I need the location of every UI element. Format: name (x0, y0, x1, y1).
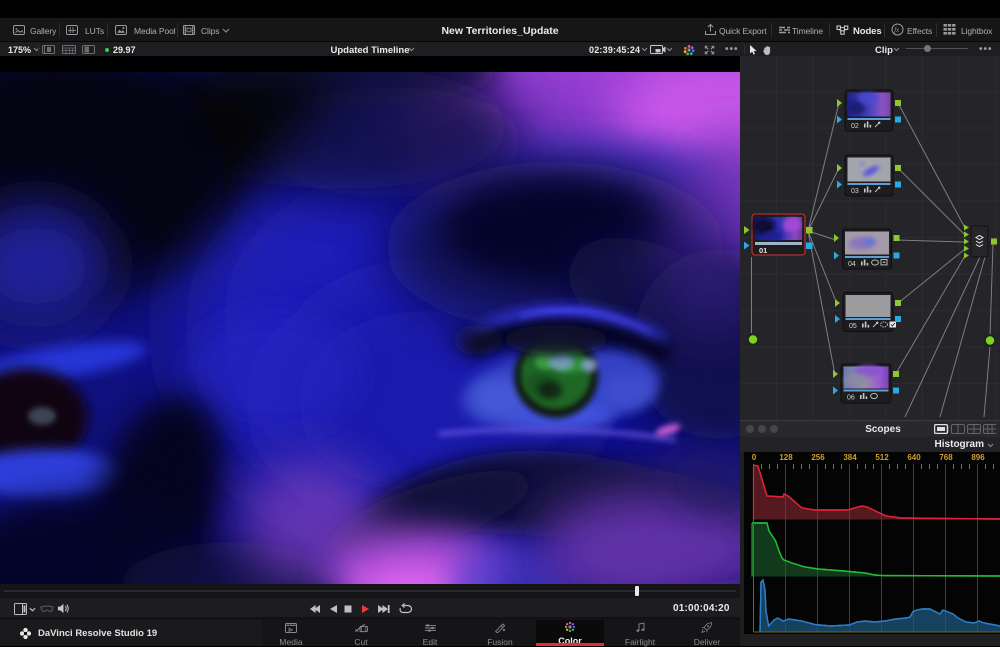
svg-text:768: 768 (939, 453, 953, 462)
svg-text:384: 384 (843, 453, 857, 462)
svg-text:896: 896 (971, 453, 985, 462)
svg-text:fx: fx (894, 26, 900, 34)
svg-text:06: 06 (847, 395, 855, 402)
svg-text:05: 05 (849, 323, 857, 330)
svg-text:128: 128 (779, 453, 793, 462)
svg-text:512: 512 (875, 453, 889, 462)
svg-text:640: 640 (907, 453, 921, 462)
svg-text:0: 0 (752, 453, 757, 462)
svg-text:03: 03 (851, 188, 859, 195)
svg-text:02: 02 (851, 123, 859, 130)
svg-text:01: 01 (759, 246, 767, 255)
svg-text:04: 04 (848, 261, 856, 268)
svg-text:256: 256 (811, 453, 825, 462)
